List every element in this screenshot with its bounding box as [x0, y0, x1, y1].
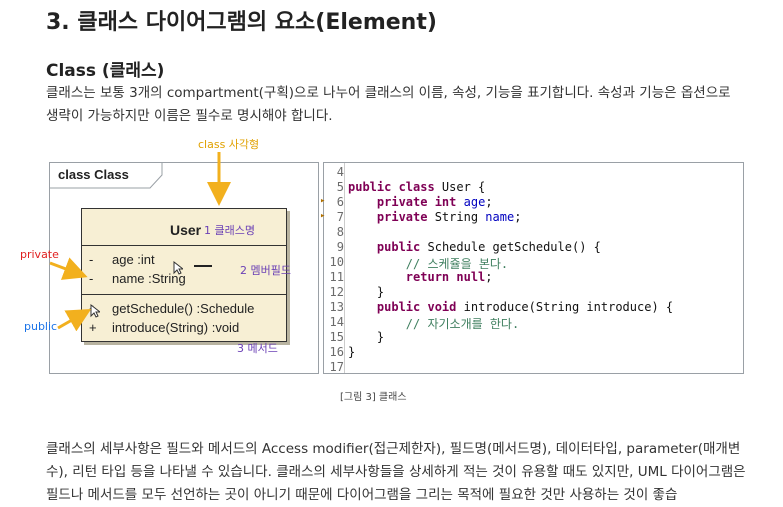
annotation-marker-icon: ▸ [320, 211, 326, 221]
line-number: 6 [336, 195, 344, 209]
code-line: } [348, 345, 356, 359]
line-number: 17 [329, 360, 344, 374]
code-line: private int age; [376, 195, 493, 209]
line-number: 15 [329, 330, 344, 344]
code-line: public class User { [348, 180, 486, 194]
line-number: 4 [336, 165, 344, 179]
line-number: 5 [336, 180, 344, 194]
code-line: } [376, 330, 385, 344]
line-number: 16 [329, 345, 344, 359]
code-line: public Schedule getSchedule() { [376, 240, 601, 254]
line-number: 7 [336, 210, 344, 224]
code-line: return null; [405, 270, 493, 284]
code-line: } [376, 285, 385, 299]
arrow-to-private [49, 257, 88, 280]
arrow-to-public [57, 309, 92, 332]
line-number: 8 [336, 225, 344, 239]
line-number: 14 [329, 315, 344, 329]
code-line: private String name; [376, 210, 522, 224]
line-number: 9 [336, 240, 344, 254]
gutter-separator [344, 163, 345, 373]
code-panel: 4 5 6 7 8 9 10 11 12 13 14 15 16 17 ▸ ▸ … [320, 162, 744, 374]
line-number: 13 [329, 300, 344, 314]
figure-caption: [그림 3] 클래스 [340, 392, 407, 403]
annotation-marker-icon: ▸ [320, 196, 326, 206]
code-line: public void introduce(String introduce) … [376, 300, 674, 314]
line-number: 12 [329, 285, 344, 299]
line-gutter: 4 5 6 7 8 9 10 11 12 13 14 15 16 17 ▸ ▸ [320, 163, 344, 374]
line-number: 11 [329, 270, 344, 284]
line-number: 10 [329, 255, 344, 269]
